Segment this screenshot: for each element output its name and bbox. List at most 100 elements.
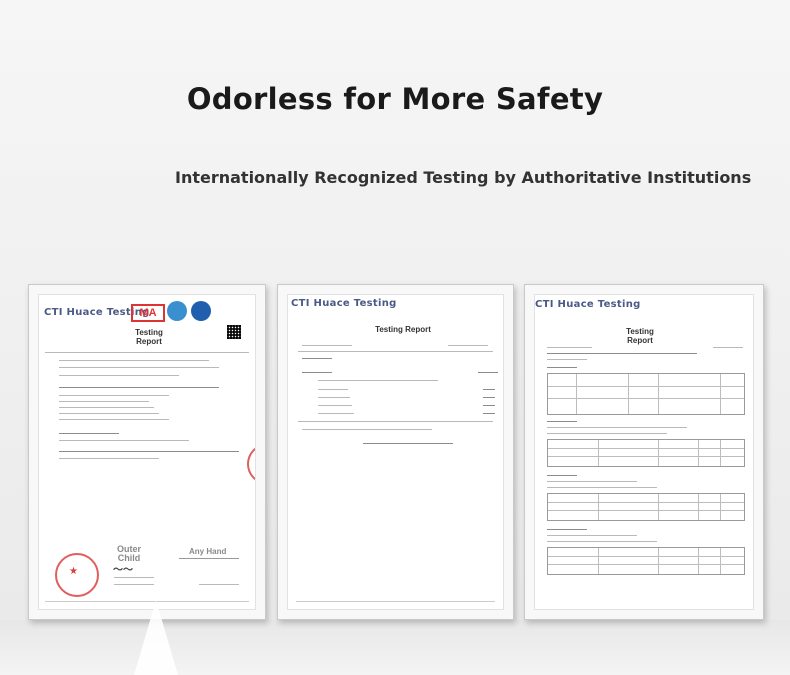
table-col xyxy=(698,440,699,466)
text-line xyxy=(318,405,352,406)
table-row xyxy=(548,510,744,511)
annotation-any-hand: Any Hand xyxy=(189,547,227,556)
text-line xyxy=(483,413,495,414)
table-row xyxy=(548,556,744,557)
text-line xyxy=(547,347,592,348)
table-col xyxy=(628,374,629,414)
text-line xyxy=(59,413,159,414)
rule xyxy=(298,421,493,422)
table-row xyxy=(548,386,744,387)
end-of-report-line xyxy=(363,443,453,444)
text-line xyxy=(199,584,239,585)
text-line xyxy=(547,541,657,542)
table-col xyxy=(720,548,721,574)
certificate-frame-1: CTI Huace Testing MA Testing Report Oute… xyxy=(28,284,266,620)
table-col xyxy=(598,440,599,466)
text-line xyxy=(318,397,350,398)
text-line xyxy=(483,397,495,398)
text-line xyxy=(59,395,169,396)
table-row xyxy=(548,502,744,503)
text-line xyxy=(59,451,239,452)
certificate-brand: CTI Huace Testing xyxy=(291,298,397,309)
table-col xyxy=(698,494,699,520)
certificate-title: Testing Report xyxy=(119,328,179,346)
section-heading-line xyxy=(547,421,577,422)
text-line xyxy=(483,389,495,390)
text-line xyxy=(547,487,657,488)
text-line xyxy=(547,535,637,536)
table-col xyxy=(658,494,659,520)
table-col xyxy=(576,374,577,414)
text-line xyxy=(547,427,687,428)
text-line xyxy=(547,353,697,354)
text-line xyxy=(478,372,498,373)
certificate-frame-2: CTI Huace Testing Testing Report xyxy=(277,284,514,620)
text-line xyxy=(318,413,354,414)
results-table-4 xyxy=(547,547,745,575)
section-heading-line xyxy=(547,475,577,476)
text-line xyxy=(547,433,667,434)
table-col xyxy=(658,440,659,466)
section-heading-line xyxy=(547,529,587,530)
results-table-1 xyxy=(547,373,745,415)
certificate-paper-2: CTI Huace Testing Testing Report xyxy=(287,294,504,610)
text-line xyxy=(59,375,179,376)
table-col xyxy=(598,494,599,520)
ilac-mra-logo-icon xyxy=(167,301,187,321)
text-line xyxy=(59,458,159,459)
title-line-1: Testing xyxy=(135,328,163,337)
table-col xyxy=(720,494,721,520)
star-icon: ★ xyxy=(69,566,78,577)
text-line xyxy=(59,387,219,388)
text-line xyxy=(59,360,209,361)
footer-line xyxy=(296,601,495,602)
text-line xyxy=(59,419,169,420)
results-table-3 xyxy=(547,493,745,521)
table-col xyxy=(720,374,721,414)
text-line xyxy=(59,401,149,402)
cnas-logo-icon xyxy=(191,301,211,321)
text-line xyxy=(114,577,154,578)
table-col xyxy=(698,548,699,574)
page-subheadline: Internationally Recognized Testing by Au… xyxy=(175,168,752,187)
text-line xyxy=(59,433,119,434)
table-col xyxy=(598,548,599,574)
table-col xyxy=(720,440,721,466)
text-line xyxy=(114,584,154,585)
certificate-title: Testing Report xyxy=(610,327,670,345)
certificate-paper-3: CTI Huace Testing Testing Report xyxy=(534,294,754,610)
cma-mark-icon: MA xyxy=(131,304,165,322)
light-beam xyxy=(134,600,178,675)
qr-code-icon xyxy=(227,325,241,339)
text-line xyxy=(318,389,348,390)
section-heading-line xyxy=(547,367,577,368)
text-line xyxy=(59,440,189,441)
certificate-brand: CTI Huace Testing xyxy=(535,299,641,310)
display-shelf xyxy=(0,620,790,675)
text-line xyxy=(302,429,432,430)
table-col xyxy=(658,374,659,414)
table-row xyxy=(548,448,744,449)
rule xyxy=(45,352,249,353)
text-line xyxy=(59,367,219,368)
text-line xyxy=(318,380,438,381)
text-line xyxy=(547,359,587,360)
red-seal-stamp-icon xyxy=(247,445,255,483)
title-line-2: Report xyxy=(627,336,653,345)
handwritten-signature-icon: ～～ xyxy=(113,565,133,576)
results-table-2 xyxy=(547,439,745,467)
text-line xyxy=(713,347,743,348)
table-row xyxy=(548,398,744,399)
table-row xyxy=(548,456,744,457)
title-line-2: Report xyxy=(136,337,162,346)
certificate-frame-3: CTI Huace Testing Testing Report xyxy=(524,284,764,620)
table-row xyxy=(548,564,744,565)
certificate-title: Testing Report xyxy=(375,325,431,334)
title-line-1: Testing xyxy=(626,327,654,336)
text-line xyxy=(302,372,332,373)
text-line xyxy=(302,358,332,359)
certificate-paper-1: CTI Huace Testing MA Testing Report Oute… xyxy=(38,294,256,610)
rule xyxy=(298,351,493,352)
text-line xyxy=(547,481,637,482)
text-line xyxy=(59,407,154,408)
